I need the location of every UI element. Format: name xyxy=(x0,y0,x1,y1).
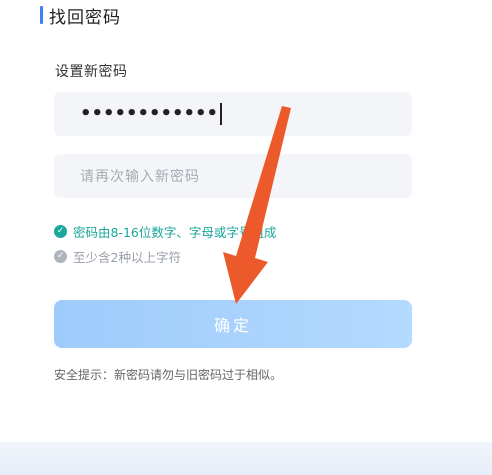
password-mask: •••••••••••• xyxy=(80,103,219,124)
page-title: 找回密码 xyxy=(49,7,121,28)
page-header: 找回密码 xyxy=(40,4,121,28)
check-circle-icon: ✓ xyxy=(54,225,67,238)
confirm-button[interactable]: 确定 xyxy=(54,300,412,348)
password-rule-variety: ✓ 至少含2种以上字符 xyxy=(54,247,181,266)
rule-text: 至少含2种以上字符 xyxy=(73,250,181,265)
reset-password-page: 找回密码 设置新密码 •••••••••••• 请再次输入新密码 ✓ 密码由8-… xyxy=(0,0,492,475)
security-tip: 安全提示：新密码请勿与旧密码过于相似。 xyxy=(54,368,283,382)
password-rule-length: ✓ 密码由8-16位数字、字母或字号组成 xyxy=(54,222,276,241)
check-circle-icon: ✓ xyxy=(54,250,67,263)
confirm-password-placeholder: 请再次输入新密码 xyxy=(80,169,200,185)
new-password-input[interactable]: •••••••••••• xyxy=(54,92,412,136)
new-password-label: 设置新密码 xyxy=(55,64,128,80)
header-accent-bar xyxy=(40,6,43,24)
text-caret xyxy=(220,103,222,125)
footer-band xyxy=(0,442,492,475)
rule-text: 密码由8-16位数字、字母或字号组成 xyxy=(73,225,277,240)
confirm-password-input[interactable]: 请再次输入新密码 xyxy=(54,154,412,198)
